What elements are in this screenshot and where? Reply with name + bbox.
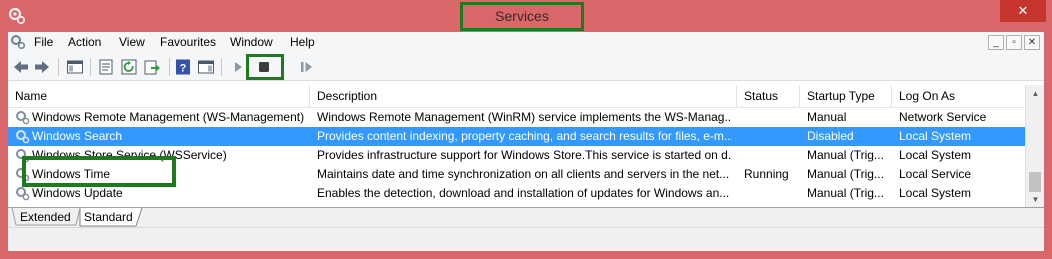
cell-status [744,127,804,146]
toolbar-separator [90,58,91,76]
title-bar: Services ✕ [0,0,1052,32]
services-gear-icon[interactable] [8,7,26,25]
cell-description: Windows Remote Management (WinRM) servic… [317,110,732,124]
properties-icon[interactable] [97,58,115,76]
restart-service-icon[interactable] [298,58,316,76]
service-gear-icon [16,187,30,201]
svg-text:?: ? [180,63,187,75]
child-close-button[interactable]: ✕ [1024,35,1040,50]
cell-logon: Local System [899,129,972,143]
cell-name: Windows Search [32,129,123,143]
services-menu-icon[interactable] [10,34,26,50]
column-header-status[interactable]: Status [737,85,800,107]
cell-name: Windows Remote Management (WS-Management… [32,110,305,124]
window-close-button[interactable]: ✕ [1000,0,1046,22]
child-minimize-button[interactable]: _ [988,35,1004,50]
cell-description: Provides infrastructure support for Wind… [317,148,732,162]
child-restore-button[interactable]: ▫ [1006,35,1022,50]
column-header-log-on-as[interactable]: Log On As [892,85,1025,107]
vertical-scrollbar[interactable]: ▲ ▼ [1025,85,1044,207]
back-icon[interactable] [12,58,30,76]
view-tabs: Extended Standard [8,207,1044,227]
forward-icon[interactable] [33,58,51,76]
cell-description: Provides content indexing, property cach… [317,129,732,143]
service-gear-icon [16,111,30,125]
cell-description: Maintains date and time synchronization … [317,167,730,181]
window-title: Services [460,2,584,31]
help-icon[interactable]: ? [174,58,192,76]
action-pane-icon[interactable] [197,58,215,76]
cell-status: Running [744,167,789,181]
refresh-icon[interactable] [120,58,138,76]
menu-action[interactable]: Action [68,35,101,49]
menu-file[interactable]: File [34,35,53,49]
toolbar-separator [169,58,170,76]
menu-favourites[interactable]: Favourites [160,35,216,49]
cell-logon: Network Service [899,110,987,124]
cell-status [744,184,804,203]
cell-logon: Local System [899,148,972,162]
service-row[interactable]: Windows Remote Management (WS-Management… [8,108,1025,127]
cell-startup: Manual (Trig... [807,167,884,181]
cell-status [744,146,804,165]
menu-bar: File Action View Favourites Window Help … [8,32,1044,53]
export-list-icon[interactable] [143,58,161,76]
cell-startup: Disabled [807,129,854,143]
menu-window[interactable]: Window [230,35,273,49]
toolbar: ? [8,53,1044,81]
column-header-startup-type[interactable]: Startup Type [800,85,892,107]
cell-startup: Manual (Trig... [807,148,884,162]
start-service-icon[interactable] [229,58,247,76]
cell-status [744,108,804,127]
column-header-description[interactable]: Description [310,85,737,107]
tab-extended[interactable]: Extended [10,208,71,227]
cell-startup: Manual [807,110,847,124]
child-window-controls: _ ▫ ✕ [988,35,1042,51]
window-client-area: File Action View Favourites Window Help … [8,32,1044,251]
scroll-down-arrow-icon[interactable]: ▼ [1030,195,1041,204]
toolbar-separator [221,58,222,76]
tab-standard[interactable]: Standard [74,208,133,227]
service-row[interactable]: Windows Search Provides content indexing,… [8,127,1025,146]
scroll-up-arrow-icon[interactable]: ▲ [1030,89,1041,98]
status-bar [8,227,1044,251]
menu-view[interactable]: View [119,35,145,49]
show-hide-console-tree-icon[interactable] [66,58,84,76]
windows-search-highlight [22,156,176,187]
cell-description: Enables the detection, download and inst… [317,186,730,200]
service-gear-icon [16,130,30,144]
cell-startup: Manual (Trig... [807,186,884,200]
cell-logon: Local System [899,186,972,200]
stop-button-highlight [246,54,284,80]
cell-logon: Local Service [899,167,972,181]
services-list: Name Description Status Startup Type Log… [8,85,1044,207]
scrollbar-thumb[interactable] [1029,172,1041,192]
menu-help[interactable]: Help [290,35,315,49]
toolbar-separator [58,58,59,76]
column-header-name[interactable]: Name [8,85,310,107]
